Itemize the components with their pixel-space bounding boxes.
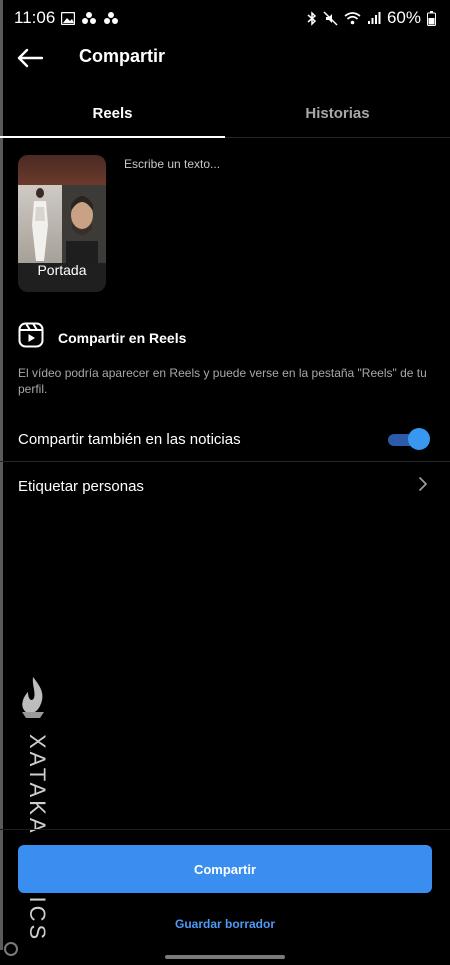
cover-photo-left — [18, 185, 62, 263]
tab-bar: Reels Historias — [0, 92, 450, 138]
header: Compartir — [0, 36, 450, 80]
share-feed-row[interactable]: Compartir también en las noticias — [0, 418, 450, 462]
arrow-left-icon — [17, 48, 43, 68]
save-draft-button[interactable]: Guardar borrador — [0, 917, 450, 931]
battery-icon — [427, 10, 436, 26]
watermark: XATAKA BASICS — [18, 676, 58, 946]
bottom-divider — [0, 829, 450, 830]
caption-input[interactable]: Escribe un texto... — [124, 157, 220, 171]
cover-label: Portada — [37, 262, 87, 278]
tab-historias[interactable]: Historias — [225, 92, 450, 137]
xataka-logo-icon — [18, 676, 48, 725]
cover-thumbnail-top — [18, 155, 106, 185]
toggle-knob — [408, 428, 430, 450]
reels-section-title: Compartir en Reels — [58, 329, 187, 346]
reels-section-header: Compartir en Reels — [18, 322, 186, 353]
tag-people-row[interactable]: Etiquetar personas — [0, 466, 450, 506]
mute-icon — [323, 10, 338, 26]
battery-text: 60% — [386, 8, 421, 27]
watermark-text: XATAKA BASICS — [25, 734, 50, 943]
reels-icon — [18, 322, 44, 353]
cover-photo-right — [62, 185, 106, 263]
status-time: 11:06 — [14, 8, 56, 27]
reels-section-description: El vídeo podría aparecer en Reels y pued… — [18, 366, 427, 396]
dots-icon — [103, 11, 119, 25]
share-button[interactable]: Compartir — [18, 845, 432, 893]
status-bar: 11:06 60% — [0, 0, 450, 36]
home-indicator[interactable] — [165, 955, 285, 959]
page-title: Compartir — [79, 46, 166, 66]
bluetooth-icon — [307, 10, 317, 26]
signal-icon — [367, 11, 381, 25]
cover-thumbnail[interactable]: Portada — [18, 155, 106, 292]
back-button[interactable] — [14, 44, 46, 72]
wifi-icon — [344, 11, 361, 25]
dots-icon — [81, 11, 97, 25]
tab-reels[interactable]: Reels — [0, 92, 225, 138]
cover-photo — [18, 185, 106, 263]
edge-dot — [4, 942, 18, 956]
tag-people-label: Etiquetar personas — [18, 477, 144, 495]
chevron-right-icon — [418, 476, 428, 496]
share-feed-toggle[interactable] — [388, 428, 430, 450]
gallery-icon — [61, 11, 76, 25]
share-feed-label: Compartir también en las noticias — [18, 431, 241, 448]
